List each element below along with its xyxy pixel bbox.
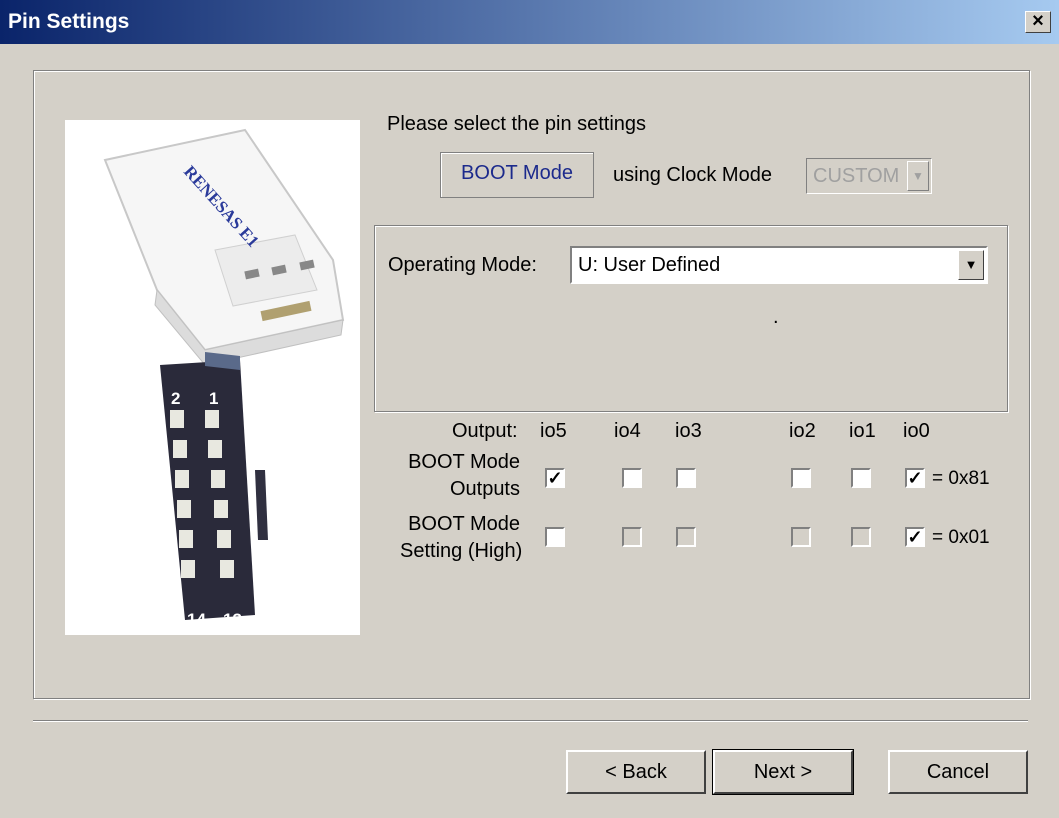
operating-mode-select[interactable]: U: User Defined ▼ bbox=[570, 246, 988, 284]
title-bar: Pin Settings × bbox=[0, 0, 1059, 44]
checkbox-row2-io1 bbox=[851, 527, 871, 547]
boot-setting-value: = 0x01 bbox=[932, 527, 990, 548]
checkbox-row2-io4 bbox=[622, 527, 642, 547]
clock-mode-value: CUSTOM bbox=[813, 165, 900, 187]
pin-label-1: 1 bbox=[209, 389, 218, 408]
pin-label-14: 14 bbox=[187, 610, 206, 629]
e1-emulator-illustration: RENESAS E1 bbox=[103, 128, 345, 366]
separator bbox=[33, 720, 1028, 722]
back-button-label: < Back bbox=[605, 761, 667, 783]
column-header-io0: io0 bbox=[903, 420, 930, 442]
pin-label-13: 13 bbox=[223, 610, 242, 629]
checkbox-row1-io5[interactable]: ✓ bbox=[545, 468, 565, 488]
row-label-boot-setting-line2: Setting (High) bbox=[400, 540, 523, 562]
connector-illustration: 2 1 14 13 bbox=[160, 352, 268, 629]
chevron-down-icon[interactable]: ▼ bbox=[958, 250, 984, 280]
clock-mode-select: CUSTOM ▼ bbox=[806, 158, 932, 194]
checkbox-row2-io3 bbox=[676, 527, 696, 547]
close-button[interactable]: × bbox=[1025, 11, 1051, 33]
chevron-down-icon: ▼ bbox=[907, 161, 929, 191]
operating-mode-note: . bbox=[773, 306, 779, 328]
column-header-io4: io4 bbox=[614, 420, 641, 442]
instructions-text: Please select the pin settings bbox=[387, 113, 647, 135]
operating-mode-value: U: User Defined bbox=[578, 254, 721, 276]
next-button-label: Next > bbox=[753, 761, 813, 783]
row-label-boot-outputs-line2: Outputs bbox=[449, 478, 520, 500]
checkbox-row1-io0[interactable]: ✓ bbox=[905, 468, 925, 488]
pin-label-2: 2 bbox=[171, 389, 180, 408]
checkbox-row1-io4[interactable] bbox=[622, 468, 642, 488]
checkbox-row1-io3[interactable] bbox=[676, 468, 696, 488]
boot-mode-indicator: BOOT Mode bbox=[440, 152, 594, 198]
window-title: Pin Settings bbox=[8, 10, 130, 33]
output-label: Output: bbox=[452, 420, 518, 442]
checkmark-icon: ✓ bbox=[547, 468, 563, 488]
device-image: RENESAS E1 2 1 14 13 bbox=[65, 120, 360, 635]
operating-mode-label: Operating Mode: bbox=[388, 254, 537, 276]
row-label-boot-setting-line1: BOOT Mode bbox=[408, 513, 520, 535]
boot-outputs-value: = 0x81 bbox=[932, 468, 990, 489]
next-button[interactable]: Next > bbox=[712, 749, 854, 795]
back-button[interactable]: < Back bbox=[566, 750, 706, 794]
cancel-button-label: Cancel bbox=[926, 761, 990, 783]
checkbox-row1-io1[interactable] bbox=[851, 468, 871, 488]
column-header-io1: io1 bbox=[849, 420, 876, 442]
column-header-io2: io2 bbox=[789, 420, 816, 442]
row-label-boot-outputs-line1: BOOT Mode bbox=[408, 451, 520, 473]
clock-mode-label: using Clock Mode bbox=[613, 164, 772, 186]
checkmark-icon: ✓ bbox=[907, 527, 923, 547]
column-header-io3: io3 bbox=[675, 420, 702, 442]
cancel-button[interactable]: Cancel bbox=[888, 750, 1028, 794]
column-header-io5: io5 bbox=[540, 420, 567, 442]
checkbox-row2-io0[interactable]: ✓ bbox=[905, 527, 925, 547]
checkbox-row1-io2[interactable] bbox=[791, 468, 811, 488]
checkmark-icon: ✓ bbox=[907, 468, 923, 488]
checkbox-row2-io2 bbox=[791, 527, 811, 547]
checkbox-row2-io5[interactable] bbox=[545, 527, 565, 547]
